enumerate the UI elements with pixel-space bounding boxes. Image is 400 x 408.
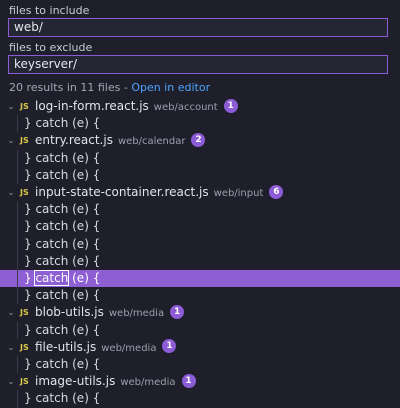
file-name: log-in-form.react.js web/account 1 [35,98,238,116]
match-text: } catch (e) { [24,357,101,371]
exclude-label: files to exclude [9,41,93,54]
file-row[interactable]: ⌄ JS entry.react.js web/calendar 2 [0,132,400,149]
file-path: web/media [108,308,165,320]
results-summary: 20 results in 11 files - Open in editor [9,81,210,94]
match-text: } catch (e) { [24,391,101,406]
results-count-text: 20 results in 11 files - [9,81,132,94]
file-name-text: image-utils.js [35,374,116,389]
js-file-icon: JS [20,377,29,387]
match-count-badge: 1 [223,98,238,113]
file-name: blob-utils.js web/media 1 [35,304,185,322]
match-row[interactable]: } catch (e) { [0,253,400,270]
match-count-badge: 1 [181,373,196,388]
chevron-down-icon[interactable]: ⌄ [6,373,16,390]
file-name-text: file-utils.js [35,339,97,354]
match-count-badge: 1 [170,304,185,319]
file-name: entry.react.js web/calendar 2 [35,132,206,150]
file-path: web/account [153,102,218,113]
match-row[interactable]: } catch (e) { [0,236,400,253]
include-label: files to include [9,4,90,17]
match-count-badge: 2 [191,132,206,147]
file-path: web/media [101,342,157,354]
chevron-down-icon[interactable]: ⌄ [6,304,16,321]
indent-guide [17,321,18,339]
js-file-icon: JS [20,308,29,318]
match-text: } catch (e) { [24,288,101,303]
file-path: web/media [120,377,176,389]
match-row[interactable]: } catch (e) { [0,115,400,132]
file-row[interactable]: ⌄ JS file-utils.js web/media 1 [0,339,400,356]
js-file-icon: JS [20,102,29,111]
file-name: input-state-container.react.js web/input 6 [35,184,284,202]
match-text: } catch (e) { [24,219,101,234]
match-text: } catch (e) { [24,253,101,268]
js-file-icon: JS [20,188,29,197]
match-row[interactable]: } catch (e) { [0,218,400,235]
indent-guide [17,201,18,305]
js-file-icon: JS [20,342,29,352]
indent-guide [17,356,18,374]
file-row[interactable]: ⌄ JS input-state-container.react.js web/inp… [0,184,400,201]
file-row[interactable]: ⌄ JS blob-utils.js web/media 1 [0,304,400,321]
match-row[interactable]: } catch (e) { [0,356,400,373]
match-text: } catch (e) { [24,202,101,217]
indent-guide [17,115,18,133]
file-path: web/calendar [117,136,186,148]
file-name-text: entry.react.js [35,133,113,148]
match-row[interactable]: } catch (e) { [0,390,400,407]
file-name-text: input-state-container.react.js [35,185,209,199]
match-count-badge: 6 [269,184,284,199]
match-count-badge: 1 [162,339,177,354]
chevron-down-icon[interactable]: ⌄ [6,339,16,356]
chevron-down-icon[interactable]: ⌄ [6,98,16,115]
match-highlight: catch [34,270,70,286]
chevron-down-icon[interactable]: ⌄ [6,184,16,201]
match-text: } catch (e) { [24,150,101,165]
match-row[interactable]: } catch (e) { [0,270,400,287]
js-file-icon: JS [20,136,29,146]
indent-guide [17,390,18,408]
chevron-down-icon[interactable]: ⌄ [6,132,16,149]
include-input[interactable]: web/ [8,18,388,37]
match-text: } catch (e) { [24,236,101,251]
match-text: } catch (e) { [24,322,101,337]
match-text: } catch (e) { [24,116,101,131]
open-in-editor-link[interactable]: Open in editor [131,81,210,94]
file-name-text: log-in-form.react.js [35,99,149,113]
match-text: } catch (e) { [24,270,101,286]
match-row[interactable]: } catch (e) { [0,287,400,304]
match-row[interactable]: } catch (e) { [0,167,400,184]
file-row[interactable]: ⌄ JS log-in-form.react.js web/account 1 [0,98,400,115]
file-path: web/input [213,188,264,199]
match-row[interactable]: } catch (e) { [0,150,400,167]
file-name-text: blob-utils.js [35,305,104,320]
match-text: } catch (e) { [24,167,101,182]
exclude-input[interactable]: keyserver/ [8,55,388,74]
file-name: file-utils.js web/media 1 [35,339,177,357]
match-row[interactable]: } catch (e) { [0,201,400,218]
file-row[interactable]: ⌄ JS image-utils.js web/media 1 [0,373,400,390]
file-name: image-utils.js web/media 1 [35,373,196,391]
match-row[interactable]: } catch (e) { [0,322,400,339]
indent-guide [17,149,18,184]
